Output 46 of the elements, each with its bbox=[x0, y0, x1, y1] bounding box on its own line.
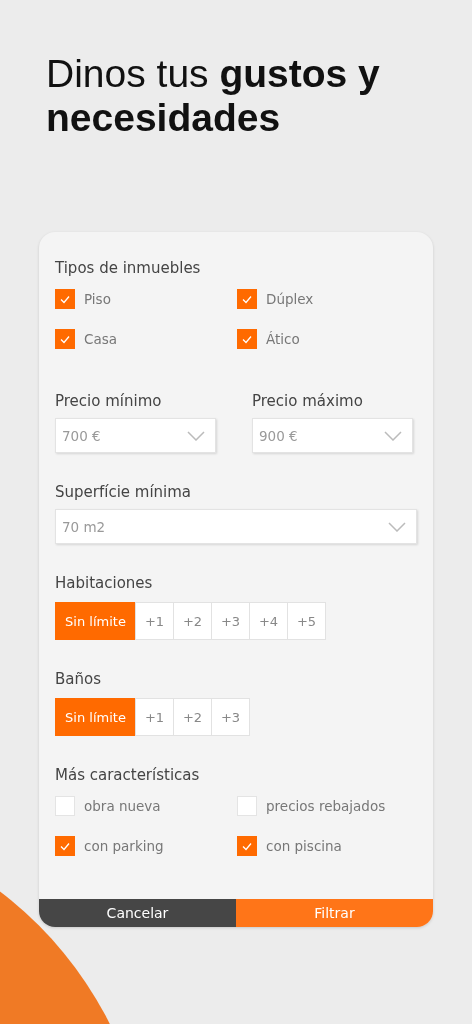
checkbox[interactable] bbox=[237, 836, 257, 856]
field-label: Precio máximo bbox=[252, 392, 364, 410]
section-heading: Habitaciones bbox=[55, 574, 154, 592]
checkbox-label: obra nueva bbox=[84, 798, 161, 814]
checkbox[interactable] bbox=[237, 289, 257, 309]
checkbox-label: precios rebajados bbox=[266, 798, 386, 814]
segment-option[interactable]: Sin límite bbox=[55, 698, 136, 736]
segment-option[interactable]: +2 bbox=[173, 602, 212, 640]
chevron-down-icon bbox=[384, 430, 402, 441]
checkmark-icon bbox=[242, 841, 252, 851]
chevron-down-icon bbox=[187, 430, 205, 441]
segment-option[interactable]: +3 bbox=[211, 602, 250, 640]
checkbox-label: Ático bbox=[266, 331, 300, 347]
page-title: Dinos tus gustos y necesidades bbox=[45, 51, 381, 140]
filter-button[interactable]: Filtrar bbox=[236, 899, 433, 927]
checkbox-label: Piso bbox=[84, 291, 111, 307]
segment-option[interactable]: +3 bbox=[211, 698, 250, 736]
checkbox[interactable] bbox=[237, 329, 257, 349]
checkbox-label: con piscina bbox=[266, 838, 342, 854]
segment-option[interactable]: Sin límite bbox=[55, 602, 136, 640]
checkbox-label: Casa bbox=[84, 331, 117, 347]
field-label: Precio mínimo bbox=[55, 392, 163, 410]
segment-option[interactable]: +1 bbox=[135, 698, 174, 736]
checkmark-icon bbox=[60, 841, 70, 851]
section-heading: Más características bbox=[55, 766, 201, 784]
segment-option[interactable]: +5 bbox=[287, 602, 326, 640]
section-heading: Tipos de inmuebles bbox=[55, 259, 202, 277]
cancel-button[interactable]: Cancelar bbox=[39, 899, 236, 927]
chevron-down-icon bbox=[388, 521, 406, 532]
dropdown-field[interactable]: 700 € bbox=[55, 418, 216, 453]
checkbox-label: con parking bbox=[84, 838, 164, 854]
dropdown-field[interactable]: 70 m2 bbox=[55, 509, 417, 544]
dropdown-field[interactable]: 900 € bbox=[252, 418, 413, 453]
segment-option[interactable]: +2 bbox=[173, 698, 212, 736]
checkmark-icon bbox=[242, 334, 252, 344]
checkbox[interactable] bbox=[55, 329, 75, 349]
segment-option[interactable]: +1 bbox=[135, 602, 174, 640]
field-label: Superfície mínima bbox=[55, 483, 193, 501]
checkmark-icon bbox=[60, 294, 70, 304]
checkmark-icon bbox=[60, 334, 70, 344]
segment-option[interactable]: +4 bbox=[249, 602, 288, 640]
checkbox[interactable] bbox=[55, 289, 75, 309]
checkbox[interactable] bbox=[55, 836, 75, 856]
checkmark-icon bbox=[242, 294, 252, 304]
checkbox-label: Dúplex bbox=[266, 291, 314, 307]
section-heading: Baños bbox=[55, 670, 102, 688]
